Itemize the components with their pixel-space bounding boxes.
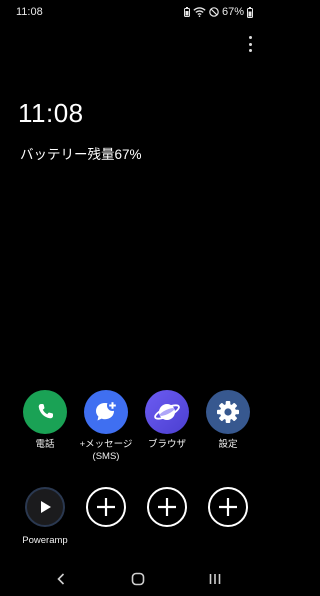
app-phone[interactable]: 電話: [14, 390, 76, 451]
app-label: 電話: [35, 439, 55, 450]
battery-saver-icon: [183, 7, 190, 17]
gear-icon: [206, 390, 250, 434]
app-settings[interactable]: 設定: [197, 390, 259, 451]
wifi-icon: [193, 7, 206, 17]
do-not-disturb-icon: [209, 7, 219, 17]
plus-icon: [147, 487, 187, 527]
status-bar: 11:08 67%: [0, 0, 275, 24]
add-shortcut-slot-3[interactable]: [197, 487, 259, 527]
phone-icon: [23, 390, 67, 434]
plus-icon: [208, 487, 248, 527]
navigation-bar: [0, 566, 275, 592]
plus-icon: [86, 487, 126, 527]
app-plus-message[interactable]: +メッセージ (SMS): [75, 390, 137, 462]
battery-icon: [247, 6, 253, 18]
lock-clock: 11:08: [18, 98, 84, 128]
app-label: +メッセージ: [79, 439, 133, 450]
recents-icon[interactable]: [200, 566, 230, 592]
app-label: ブラウザ: [147, 439, 186, 450]
app-label: 設定: [218, 439, 238, 450]
overflow-menu-icon[interactable]: [245, 36, 255, 52]
back-icon[interactable]: [46, 566, 76, 592]
app-label: Poweramp: [22, 535, 68, 546]
add-shortcut-slot-1[interactable]: [75, 487, 137, 527]
home-icon[interactable]: [123, 566, 153, 592]
battery-percent: 67%: [221, 6, 244, 18]
play-icon: [25, 487, 65, 527]
app-label-sub: (SMS): [92, 451, 120, 462]
status-time: 11:08: [16, 6, 43, 18]
browser-planet-icon: [145, 390, 189, 434]
add-shortcut-slot-2[interactable]: [136, 487, 198, 527]
app-poweramp[interactable]: Poweramp: [14, 487, 76, 547]
status-icons: 67%: [183, 5, 253, 19]
message-plus-icon: [84, 390, 128, 434]
battery-status-text: バッテリー残量67%: [20, 147, 142, 162]
app-browser[interactable]: ブラウザ: [136, 390, 198, 451]
